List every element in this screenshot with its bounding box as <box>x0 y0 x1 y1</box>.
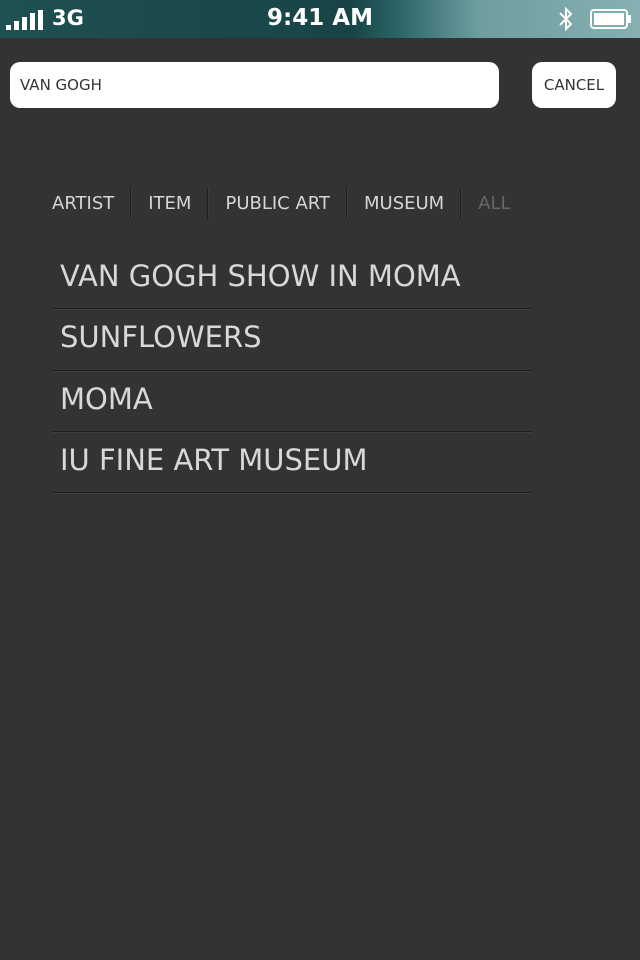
tab-item[interactable]: ITEM <box>132 188 207 219</box>
status-time: 9:41 AM <box>267 5 373 31</box>
status-bar: 3G 9:41 AM <box>0 0 640 38</box>
cancel-button[interactable]: CANCEL <box>532 62 616 108</box>
bluetooth-icon <box>559 6 573 32</box>
search-results-list: VAN GOGH SHOW IN MOMA SUNFLOWERS MOMA IU… <box>52 248 532 493</box>
result-item[interactable]: VAN GOGH SHOW IN MOMA <box>52 248 532 309</box>
tab-museum[interactable]: MUSEUM <box>348 188 460 219</box>
tab-all[interactable]: ALL <box>462 188 526 219</box>
search-input[interactable] <box>20 62 480 108</box>
tab-artist[interactable]: ARTIST <box>42 188 130 219</box>
filter-tabs: ARTIST ITEM PUBLIC ART MUSEUM ALL <box>42 188 527 219</box>
tab-public-art[interactable]: PUBLIC ART <box>209 188 346 219</box>
result-item[interactable]: MOMA <box>52 371 532 432</box>
result-item[interactable]: SUNFLOWERS <box>52 309 532 371</box>
search-screen: 3G 9:41 AM CANCEL ARTIST ITEM PUBLIC ART… <box>0 0 640 960</box>
search-field[interactable] <box>10 62 499 108</box>
battery-icon <box>590 9 631 29</box>
result-item[interactable]: IU FINE ART MUSEUM <box>52 432 532 493</box>
